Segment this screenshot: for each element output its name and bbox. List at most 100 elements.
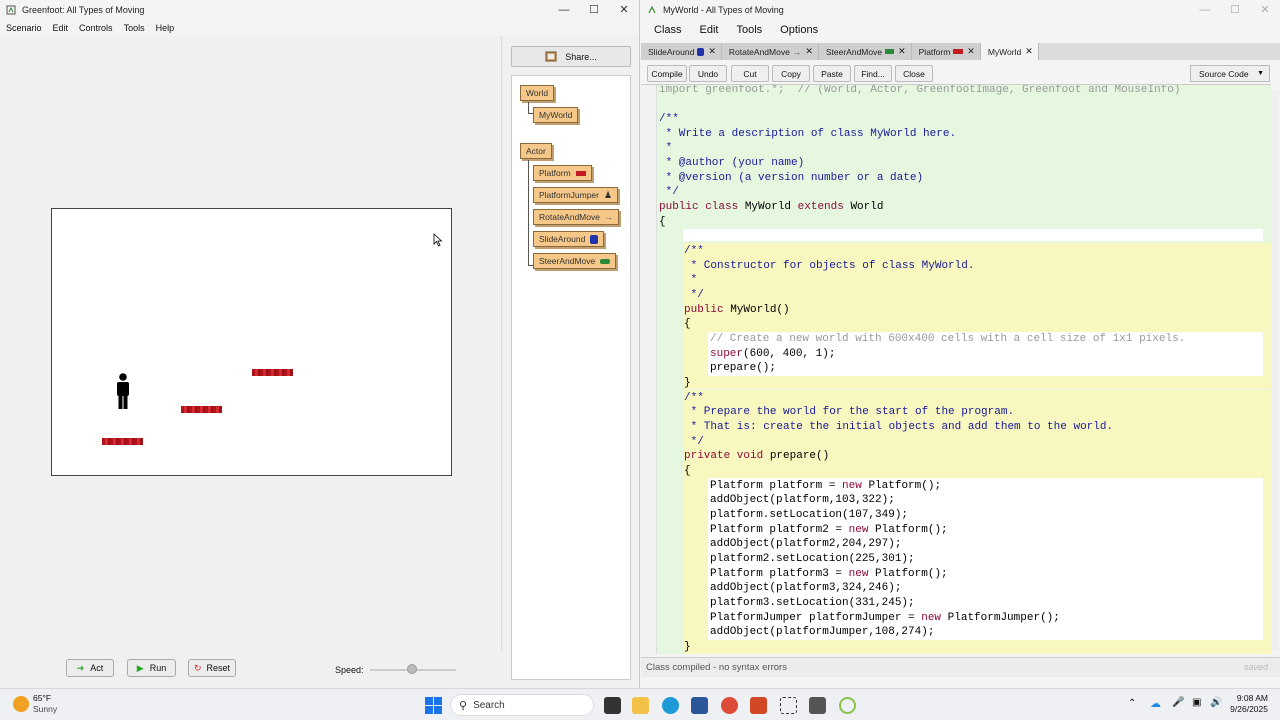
code-line: } (684, 641, 691, 653)
class-steerandmove-label: SteerAndMove (539, 256, 596, 266)
chrome-icon[interactable] (721, 697, 738, 714)
close-tab-icon[interactable]: ✕ (708, 46, 716, 57)
tab-slidearound[interactable]: SlideAround ✕ (641, 43, 722, 60)
code-line: * (659, 142, 673, 154)
cut-button[interactable]: Cut (731, 65, 769, 82)
microphone-icon[interactable]: 🎤 (1172, 697, 1184, 708)
powerpoint-icon[interactable] (750, 697, 767, 714)
saved-indicator: saved (1243, 662, 1268, 672)
platform-jumper-actor[interactable] (115, 373, 131, 410)
minimize-button[interactable]: — (549, 0, 579, 20)
menu-class[interactable]: Class (654, 24, 682, 36)
snipping-tool-icon[interactable] (780, 697, 797, 714)
greenfoot-taskbar-icon[interactable] (809, 697, 826, 714)
class-platform[interactable]: Platform (533, 165, 592, 181)
close-button[interactable]: ✕ (1250, 0, 1280, 20)
reset-icon: ↻ (193, 662, 202, 673)
menu-edit[interactable]: Edit (53, 23, 69, 33)
class-world[interactable]: World (520, 85, 555, 101)
class-steerandmove[interactable]: SteerAndMove (533, 253, 617, 269)
close-tab-icon[interactable]: ✕ (805, 46, 813, 57)
class-slidearound[interactable]: SlideAround (533, 231, 605, 247)
editor-scrollbar[interactable] (1271, 90, 1279, 650)
onedrive-icon[interactable]: ☁ (1150, 697, 1161, 710)
tab-myworld[interactable]: MyWorld ✕ (980, 43, 1039, 60)
code-line: * @author (your name) (659, 157, 805, 169)
menu-tools[interactable]: Tools (124, 23, 145, 33)
class-myworld[interactable]: MyWorld (533, 107, 579, 123)
file-explorer-icon[interactable] (632, 697, 649, 714)
class-rotateandmove[interactable]: RotateAndMove → (533, 209, 619, 225)
taskbar-search[interactable]: ⚲ Search (450, 694, 594, 716)
code-line: /** (684, 392, 704, 404)
task-view-icon[interactable] (604, 697, 621, 714)
share-icon (545, 51, 557, 61)
menu-options[interactable]: Options (780, 24, 818, 36)
search-icon: ⚲ (459, 699, 468, 712)
menu-controls[interactable]: Controls (79, 23, 113, 33)
menu-help[interactable]: Help (156, 23, 175, 33)
code-line: * Constructor for objects of class MyWor… (684, 260, 975, 272)
copy-button[interactable]: Copy (772, 65, 810, 82)
close-tab-icon[interactable]: ✕ (1025, 46, 1033, 57)
menu-scenario[interactable]: Scenario (6, 23, 42, 33)
maximize-button[interactable]: ☐ (1220, 0, 1250, 20)
platform-actor[interactable] (181, 406, 222, 413)
code-line: /** (684, 245, 704, 257)
world-canvas[interactable] (51, 208, 452, 476)
code-line: prepare(); (710, 362, 777, 374)
class-platformjumper-label: PlatformJumper (539, 190, 599, 200)
menu-edit[interactable]: Edit (700, 24, 719, 36)
close-tab-icon[interactable]: ✕ (898, 46, 906, 57)
weather-widget[interactable]: 65°F Sunny (33, 693, 57, 715)
clock-time: 9:08 AM (1236, 693, 1268, 703)
network-icon[interactable]: ▣ (1192, 697, 1201, 708)
code-editor[interactable]: import greenfoot.*; // (World, Actor, Gr… (641, 84, 1271, 654)
chevron-down-icon: ▼ (1257, 70, 1264, 77)
menu-tools[interactable]: Tools (736, 24, 762, 36)
tab-label: MyWorld (987, 46, 1022, 57)
volume-icon[interactable]: 🔊 (1210, 697, 1222, 708)
platform-actor[interactable] (102, 438, 143, 445)
code-line: * (684, 274, 698, 286)
act-label: Act (90, 663, 104, 673)
act-button[interactable]: ➜ Act (66, 659, 114, 677)
speed-slider-thumb[interactable] (407, 664, 417, 674)
car-icon (885, 49, 895, 54)
close-editor-button[interactable]: Close (895, 65, 933, 82)
code-line: platform2.setLocation(225,301); (710, 553, 915, 565)
code-line: * Write a description of class MyWorld h… (659, 128, 957, 140)
word-icon[interactable] (691, 697, 708, 714)
platform-icon (575, 170, 586, 176)
class-platform-label: Platform (539, 168, 571, 178)
reset-button[interactable]: ↻ Reset (188, 659, 236, 677)
greenfoot-app-taskbar-icon[interactable] (839, 697, 856, 714)
edge-icon[interactable] (662, 697, 679, 714)
share-button[interactable]: Share... (511, 46, 631, 67)
run-button[interactable]: ▶ Run (127, 659, 176, 677)
minimize-button[interactable]: — (1190, 0, 1220, 20)
find-button[interactable]: Find... (854, 65, 892, 82)
class-actor[interactable]: Actor (520, 143, 552, 159)
undo-button[interactable]: Undo (689, 65, 727, 82)
windows-start-icon[interactable] (425, 697, 442, 714)
person-icon: ♟ (604, 189, 613, 200)
tab-steerandmove[interactable]: SteerAndMove ✕ (818, 43, 912, 60)
chevron-up-icon[interactable]: ⌃ (1128, 698, 1136, 709)
class-platformjumper[interactable]: PlatformJumper ♟ (533, 187, 619, 203)
greenfoot-titlebar: Greenfoot: All Types of Moving — ☐ ✕ (0, 0, 639, 20)
close-button[interactable]: ✕ (609, 0, 639, 20)
paste-button[interactable]: Paste (813, 65, 851, 82)
prepare-declaration: private void prepare() (684, 450, 830, 462)
code-line: addObject(platform,103,322); (710, 494, 895, 506)
platform-actor[interactable] (252, 369, 293, 376)
maximize-button[interactable]: ☐ (579, 0, 609, 20)
close-tab-icon[interactable]: ✕ (967, 46, 975, 57)
tab-platform[interactable]: Platform ✕ (911, 43, 981, 60)
tab-rotateandmove[interactable]: RotateAndMove → ✕ (721, 43, 819, 60)
code-line: platform.setLocation(107,349); (710, 509, 909, 521)
compile-button[interactable]: Compile (647, 65, 687, 82)
clock[interactable]: 9:08 AM 9/26/2025 (1224, 693, 1268, 715)
tab-label: Platform (918, 46, 951, 57)
view-select[interactable]: Source Code ▼ (1190, 65, 1270, 82)
